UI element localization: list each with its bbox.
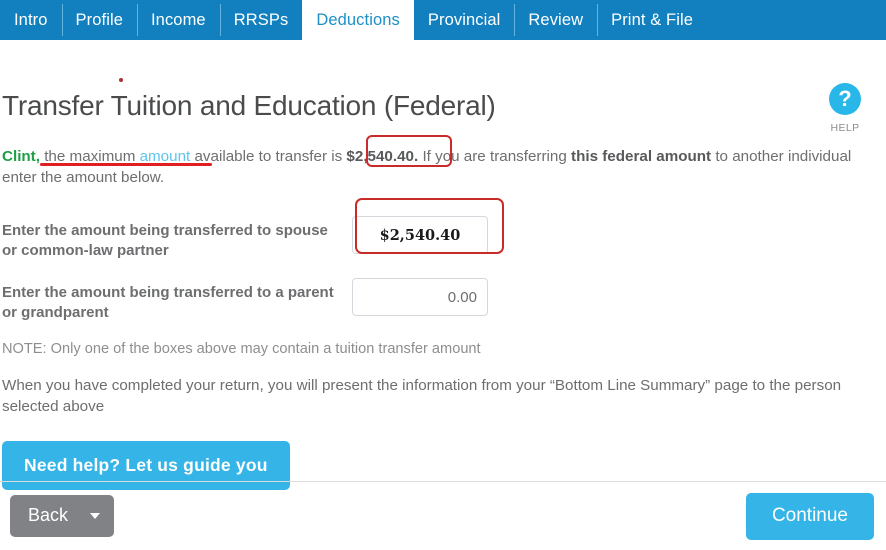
spouse-input-wrap — [352, 212, 488, 254]
tab-rrsps[interactable]: RRSPs — [219, 0, 303, 40]
tab-income[interactable]: Income — [137, 0, 220, 40]
parent-transfer-label: Enter the amount being transferred to a … — [2, 284, 334, 321]
tab-label: Income — [151, 10, 206, 29]
tab-label: Profile — [75, 10, 123, 29]
field-row-spouse: Enter the amount being transferred to sp… — [2, 212, 874, 261]
main-tab-bar: Intro Profile Income RRSPs Deductions Pr… — [0, 0, 886, 40]
tab-label: Deductions — [316, 10, 400, 29]
intro-paragraph: Clint, the maximum amount available to t… — [2, 122, 864, 188]
tab-label: Intro — [14, 10, 48, 29]
continue-button[interactable]: Continue — [745, 492, 874, 540]
spouse-transfer-amount-input[interactable] — [352, 216, 488, 254]
chevron-down-icon[interactable] — [90, 512, 101, 519]
back-button[interactable]: Back — [10, 495, 115, 537]
tab-provincial[interactable]: Provincial — [414, 0, 515, 40]
tab-deductions[interactable]: Deductions — [302, 0, 414, 40]
max-transfer-amount: $2,540.40. — [346, 148, 419, 165]
tab-profile[interactable]: Profile — [61, 0, 137, 40]
tab-label: Print & File — [611, 10, 693, 29]
tab-label: Review — [528, 10, 584, 29]
tab-intro[interactable]: Intro — [0, 0, 62, 40]
back-button-label: Back — [28, 505, 69, 525]
user-name: Clint — [2, 148, 36, 165]
tab-label: RRSPs — [233, 10, 289, 29]
tab-print-and-file[interactable]: Print & File — [597, 0, 707, 40]
federal-amount-phrase: this federal amount — [571, 148, 712, 165]
intro-text-after-link: available to transfer is — [190, 148, 347, 165]
note-text: NOTE: Only one of the boxes above may co… — [2, 341, 481, 357]
footer-bar: Back Continue — [0, 482, 886, 550]
page-content: Transfer Tuition and Education (Federal)… — [0, 40, 886, 490]
tab-review[interactable]: Review — [514, 0, 597, 40]
field-row-parent: Enter the amount being transferred to a … — [2, 274, 874, 323]
amount-link[interactable]: amount — [140, 148, 191, 165]
intro-text-before-link: the maximum — [39, 148, 140, 165]
intro-text-mid: If you are transferring — [418, 148, 572, 165]
tab-label: Provincial — [427, 10, 501, 29]
spouse-transfer-label: Enter the amount being transferred to sp… — [2, 222, 328, 259]
summary-text: When you have completed your return, you… — [2, 377, 842, 415]
parent-transfer-amount-input[interactable] — [352, 278, 488, 316]
parent-input-wrap — [352, 274, 488, 316]
page-title: Transfer Tuition and Education (Federal) — [2, 90, 496, 121]
transfer-fields: Enter the amount being transferred to sp… — [2, 212, 874, 323]
